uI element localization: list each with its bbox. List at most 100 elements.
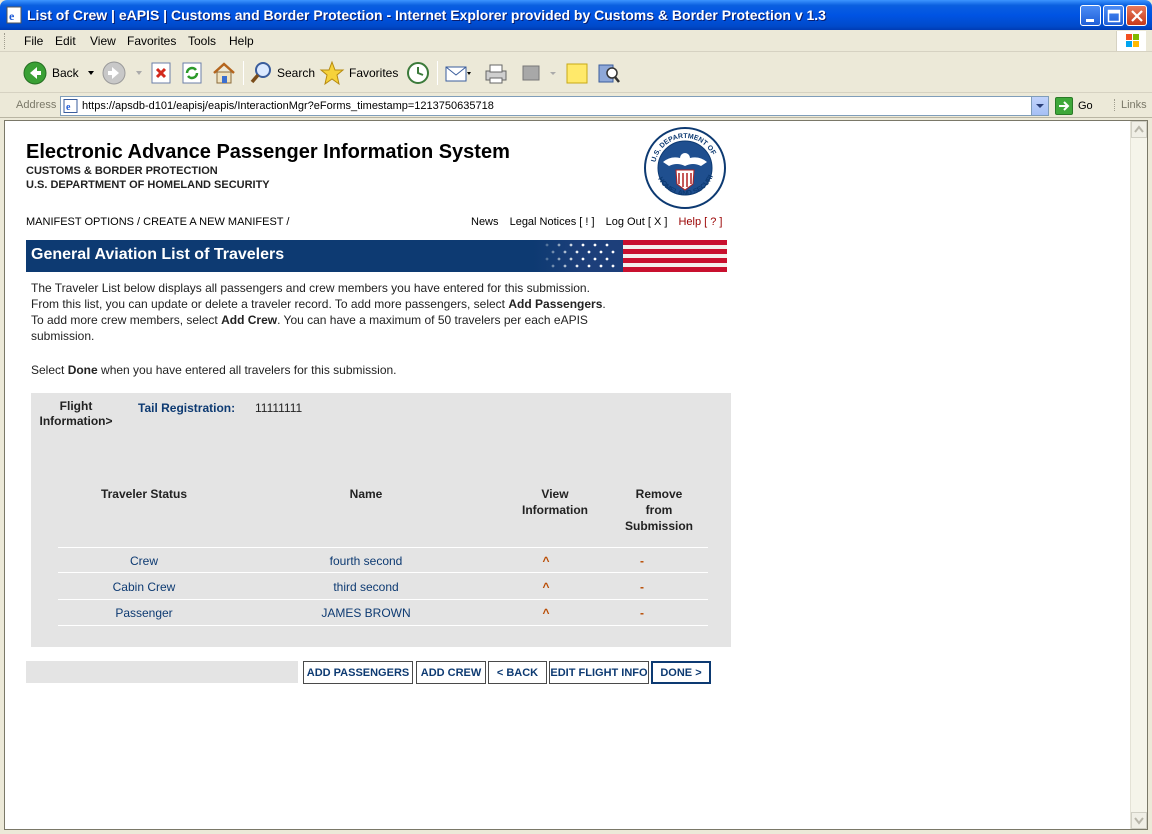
stop-button[interactable] (150, 59, 172, 87)
menu-view[interactable]: View (90, 34, 116, 48)
menu-help[interactable]: Help (229, 34, 254, 48)
button-bar-spacer (26, 661, 298, 683)
menu-file[interactable]: File (24, 34, 43, 48)
vertical-scrollbar[interactable] (1130, 121, 1147, 829)
chevron-down-icon (136, 71, 142, 75)
research-button[interactable] (596, 59, 622, 87)
maximize-button[interactable] (1103, 5, 1124, 26)
page-icon: e (63, 99, 78, 113)
links-button[interactable]: Links (1114, 99, 1147, 111)
favorites-label: Favorites (349, 66, 399, 80)
history-button[interactable] (405, 59, 431, 87)
section-banner: General Aviation List of Travelers (26, 240, 727, 272)
print-button[interactable] (482, 59, 510, 87)
add-passengers-button[interactable]: ADD PASSENGERS (303, 661, 413, 684)
address-label: Address (16, 99, 57, 111)
research-icon (598, 64, 620, 83)
remove-traveler-link[interactable]: - (624, 606, 660, 620)
traveler-status: Cabin Crew (112, 580, 176, 594)
go-button[interactable]: Go (1055, 96, 1093, 116)
traveler-status: Crew (129, 554, 158, 568)
address-dropdown-button[interactable] (1031, 97, 1048, 115)
chevron-down-icon (1036, 104, 1044, 108)
help-link[interactable]: Help [ ? ] (678, 216, 722, 228)
department-name: U.S. DEPARTMENT OF HOMELAND SECURITY (26, 179, 270, 191)
view-information-link[interactable]: ^ (528, 580, 564, 594)
header-view-information: View Information (515, 486, 595, 518)
minimize-button[interactable] (1080, 5, 1101, 26)
home-icon (213, 62, 235, 84)
flight-information-link[interactable]: Flight Information> (35, 399, 117, 429)
back-label: Back (52, 66, 79, 80)
remove-traveler-link[interactable]: - (624, 554, 660, 568)
back-button[interactable]: Back (22, 59, 97, 87)
address-input[interactable]: e https://apsdb-d101/eapisj/eapis/Intera… (60, 96, 1049, 116)
chevron-up-icon (1134, 125, 1144, 133)
refresh-icon (182, 62, 202, 84)
forward-button[interactable] (101, 59, 145, 87)
flight-info-line2: Information> (39, 414, 113, 428)
refresh-button[interactable] (181, 59, 203, 87)
news-link[interactable]: News (471, 216, 499, 228)
close-button[interactable] (1126, 5, 1147, 26)
windows-flag-icon (1126, 34, 1139, 47)
scroll-up-button[interactable] (1131, 121, 1147, 138)
dhs-seal: U.S. DEPARTMENT OF HOMELAND SECURITY (643, 126, 726, 209)
toolbar-separator (437, 61, 438, 85)
header-traveler-status: Traveler Status (100, 487, 188, 501)
done-instruction: Select Done when you have entered all tr… (31, 363, 397, 377)
close-icon (1131, 10, 1143, 22)
header-remove-line2: from (645, 503, 673, 517)
intro-text: The Traveler List below displays all pas… (31, 281, 590, 311)
edit-button[interactable] (519, 59, 559, 87)
logout-link[interactable]: Log Out [ X ] (606, 216, 668, 228)
menu-favorites[interactable]: Favorites (127, 34, 176, 48)
remove-traveler-link[interactable]: - (624, 580, 660, 594)
traveler-name: fourth second (329, 554, 403, 568)
breadcrumb: MANIFEST OPTIONS / CREATE A NEW MANIFEST… (26, 216, 290, 228)
ie-page-icon: e (6, 6, 22, 24)
legal-notices-link[interactable]: Legal Notices [ ! ] (510, 216, 595, 228)
add-crew-button[interactable]: ADD CREW (416, 661, 486, 684)
intro-add-passengers: Add Passengers (508, 297, 603, 311)
traveler-list-panel: Flight Information> Tail Registration: 1… (31, 393, 731, 647)
printer-icon (485, 64, 507, 84)
notes-button[interactable] (564, 59, 590, 87)
done-keyword: Done (67, 363, 98, 377)
header-view-line2: Information (522, 503, 588, 517)
maximize-icon (1107, 9, 1121, 23)
go-arrow-icon (1055, 97, 1073, 115)
svg-text:e: e (66, 102, 71, 113)
traveler-status: Passenger (115, 606, 173, 620)
edit-flight-info-button[interactable]: EDIT FLIGHT INFO (549, 661, 649, 684)
chevron-down-icon (87, 71, 94, 75)
flight-info-line1: Flight (59, 399, 93, 413)
standard-toolbar: Back Search Favorites (0, 53, 1152, 93)
window-titlebar: e List of Crew | eAPIS | Customs and Bor… (0, 0, 1152, 30)
address-url: https://apsdb-d101/eapisj/eapis/Interact… (82, 100, 494, 112)
favorites-button[interactable]: Favorites (319, 59, 398, 87)
menu-bar: File Edit View Favorites Tools Help (0, 30, 1152, 52)
us-flag-image (533, 240, 727, 272)
menu-edit[interactable]: Edit (55, 34, 76, 48)
traveler-name: third second (333, 580, 399, 594)
section-title: General Aviation List of Travelers (31, 246, 285, 263)
tail-registration-value: 11111111 (255, 401, 303, 415)
view-information-link[interactable]: ^ (528, 554, 564, 568)
forward-arrow-icon (102, 61, 126, 85)
mail-button[interactable] (444, 59, 472, 87)
back-page-button[interactable]: < BACK (488, 661, 547, 684)
windows-logo (1116, 31, 1146, 51)
search-button[interactable]: Search (249, 59, 315, 87)
svg-text:e: e (9, 9, 15, 23)
home-button[interactable] (211, 59, 237, 87)
scroll-down-button[interactable] (1131, 812, 1147, 829)
done-button[interactable]: DONE > (651, 661, 711, 684)
site-title: Electronic Advance Passenger Information… (26, 141, 510, 163)
traveler-name: JAMES BROWN (321, 606, 411, 620)
view-information-link[interactable]: ^ (528, 606, 564, 620)
done-text: when you have entered all travelers for … (97, 363, 397, 377)
stop-icon (151, 62, 171, 84)
window-title: List of Crew | eAPIS | Customs and Borde… (27, 7, 826, 23)
menu-tools[interactable]: Tools (188, 34, 216, 48)
